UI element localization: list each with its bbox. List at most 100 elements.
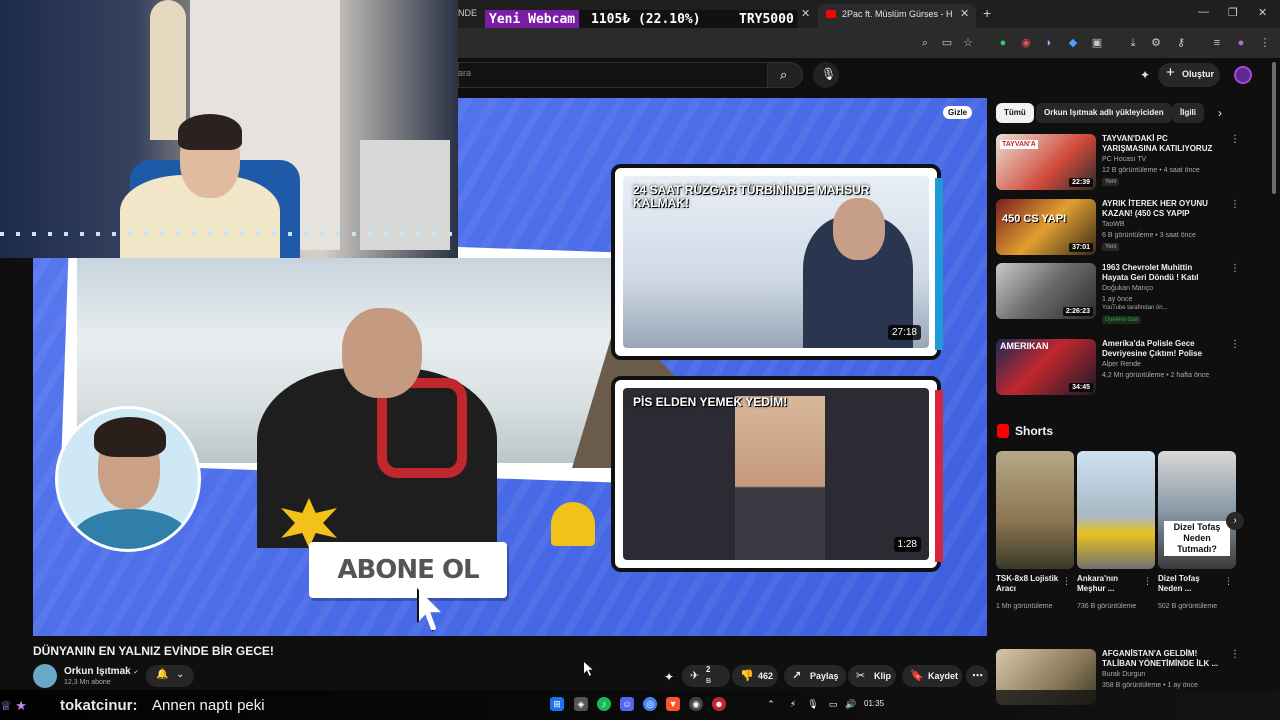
- ai-create-icon[interactable]: ✦: [1140, 68, 1150, 82]
- save-button[interactable]: 🔖 Kaydet: [902, 665, 962, 687]
- more-vert-icon[interactable]: ⋮: [1230, 134, 1240, 145]
- short-title[interactable]: Ankara'nın Meşhur ...: [1077, 574, 1141, 594]
- short-thumbnail[interactable]: Dizel Tofaş Neden Tutmadı?: [1158, 451, 1236, 569]
- brave-icon[interactable]: ▼: [666, 697, 680, 711]
- extension-icon[interactable]: ◉: [1019, 36, 1033, 50]
- chip-related[interactable]: İlgili: [1172, 103, 1204, 123]
- list-item[interactable]: 450 CS YAPI 37:01 AYRIK İTEREK HER OYUNU…: [996, 199, 1246, 259]
- extension-chat-icon[interactable]: ●: [996, 36, 1010, 50]
- bookmark-star-icon[interactable]: ☆: [961, 36, 975, 50]
- list-item[interactable]: TAYVAN'A 22:39 TAYVAN'DAKİ PC YARIŞMASIN…: [996, 134, 1246, 194]
- more-vert-icon[interactable]: ⋮: [1230, 199, 1240, 210]
- card-title: PİS ELDEN YEMEK YEDİM!: [633, 395, 788, 409]
- volume-icon[interactable]: 🔊: [844, 697, 858, 711]
- bell-icon: [551, 502, 595, 546]
- hide-endscreen-button[interactable]: Gizle: [943, 106, 973, 119]
- zoom-icon[interactable]: ⌕: [918, 36, 932, 50]
- short-title[interactable]: TSK-8x8 Lojistik Aracı: [996, 574, 1060, 594]
- share-icon: ↗: [792, 670, 802, 682]
- playlist-icon[interactable]: ≡: [1210, 36, 1224, 50]
- share-button[interactable]: ↗ Paylaş: [784, 665, 846, 687]
- taskbar-clock[interactable]: 01:35: [864, 699, 884, 708]
- spotify-icon[interactable]: ♪: [597, 697, 611, 711]
- short-thumbnail[interactable]: [996, 451, 1074, 569]
- minimize-icon[interactable]: —: [1198, 6, 1209, 18]
- chrome-icon[interactable]: ◎: [643, 697, 657, 711]
- short-views: 502 B görüntüleme: [1158, 603, 1218, 610]
- shorts-next-button[interactable]: ›: [1226, 512, 1244, 530]
- audio-extension-icon[interactable]: ◗: [1042, 36, 1056, 50]
- new-tab-button[interactable]: +: [983, 5, 991, 21]
- create-label: Oluştur: [1182, 69, 1215, 79]
- key-icon[interactable]: ⚷: [1174, 36, 1188, 50]
- card-duration: 1:28: [893, 537, 921, 552]
- more-vert-icon[interactable]: ⋮: [1230, 339, 1240, 350]
- voice-search-button[interactable]: 🎙: [813, 62, 839, 88]
- more-vert-icon[interactable]: ⋮: [1224, 576, 1233, 587]
- subscribe-graphic[interactable]: ABONE OL: [309, 542, 507, 598]
- stream-goal-alert: Yeni Webcam 1105₺ (22.10%) TRY5000: [485, 10, 797, 30]
- vpn-icon[interactable]: ⚙: [1149, 36, 1163, 50]
- chip-from-uploader[interactable]: Orkun Işıtmak adlı yükleyiciden: [1036, 103, 1172, 123]
- discord-icon[interactable]: ☺: [620, 697, 634, 711]
- scissors-icon: ✂: [856, 670, 866, 682]
- channel-avatar[interactable]: [33, 664, 57, 688]
- taskbar-app-icon[interactable]: ◈: [574, 697, 588, 711]
- short-title[interactable]: Dizel Tofaş Neden ...: [1158, 574, 1222, 594]
- endscreen-channel-avatar[interactable]: [55, 406, 201, 552]
- puzzle-extensions-icon[interactable]: ▣: [1090, 36, 1104, 50]
- short-thumbnail[interactable]: [1077, 451, 1155, 569]
- active-tab-close-icon[interactable]: ✕: [960, 7, 969, 20]
- webcam-doorway: [150, 0, 186, 140]
- rec-title: AYRIK İTEREK HER OYUNU KAZAN! (450 CS YA…: [1102, 199, 1208, 218]
- notification-bell-button[interactable]: 🔔 ⌄: [146, 665, 194, 687]
- tab-close-icon[interactable]: ✕: [801, 7, 810, 20]
- network-icon[interactable]: ▭: [826, 697, 840, 711]
- bookmark-icon: 🔖: [910, 670, 924, 682]
- cast-screen-icon[interactable]: ▭: [940, 36, 954, 50]
- red-app-icon[interactable]: ☻: [712, 697, 726, 711]
- video-title: DÜNYANIN EN YALNIZ EVİNDE BİR GECE!: [33, 644, 274, 658]
- maximize-icon[interactable]: ❐: [1228, 6, 1238, 19]
- more-vert-icon[interactable]: ⋮: [1230, 649, 1240, 660]
- channel-name[interactable]: Orkun Işıtmak ✔: [64, 666, 139, 677]
- obs-icon[interactable]: ◉: [689, 697, 703, 711]
- tab-title[interactable]: 2Pac ft. Müslüm Gürses - Hang: [842, 9, 952, 19]
- page-scrollbar[interactable]: [1272, 62, 1276, 194]
- list-item[interactable]: AMERIKAN 34:45 Amerika'da Polisle Gece D…: [996, 339, 1246, 399]
- browser-profile-icon[interactable]: ●: [1234, 36, 1248, 50]
- rec-duration: 2:26:23: [1062, 307, 1093, 316]
- microphone-tray-icon[interactable]: 🎙: [806, 697, 820, 711]
- windows-start-icon[interactable]: ⊞: [550, 697, 564, 711]
- thumbs-up-icon: ✈: [690, 670, 700, 682]
- like-button[interactable]: ✈ 2 B: [682, 665, 730, 687]
- endscreen-card-1[interactable]: 24 SAAT RÜZGAR TÜRBİNİNDE MAHSUR KALMAK!…: [611, 164, 943, 360]
- avatar[interactable]: [1234, 66, 1252, 84]
- alert-count: 1105₺ (22.10%): [591, 12, 701, 27]
- search-input[interactable]: [458, 62, 768, 88]
- more-vert-icon[interactable]: ⋮: [1062, 576, 1071, 587]
- rec-thumbnail: AMERIKAN 34:45: [996, 339, 1096, 395]
- channel-name-text: Orkun Işıtmak: [64, 666, 131, 677]
- more-vert-icon[interactable]: ⋮: [1230, 263, 1240, 274]
- chevron-right-icon[interactable]: ›: [1218, 106, 1222, 120]
- tab-fragment[interactable]: NDE: [458, 8, 477, 18]
- dislike-count: 462: [758, 671, 774, 681]
- download-icon[interactable]: ⤓: [1126, 36, 1140, 50]
- search-button[interactable]: ⌕: [767, 62, 803, 88]
- list-item[interactable]: 2:26:23 1963 Chevrolet Muhittin Hayata G…: [996, 263, 1246, 324]
- tray-chevron-icon[interactable]: ⌃: [764, 697, 778, 711]
- browser-menu-icon[interactable]: ⋮: [1258, 36, 1272, 50]
- rec-title: AFGANİSTAN'A GELDİM! TALİBAN YÖNETİMİNDE…: [1102, 649, 1219, 668]
- more-actions-button[interactable]: ⋯: [966, 665, 988, 687]
- dislike-button[interactable]: 👎 462: [732, 665, 778, 687]
- tray-app-icon[interactable]: ⚡: [786, 697, 800, 711]
- ask-ai-icon[interactable]: ✦: [664, 670, 674, 684]
- chip-all[interactable]: Tümü: [996, 103, 1034, 123]
- endscreen-card-2[interactable]: PİS ELDEN YEMEK YEDİM! 1:28: [611, 376, 943, 572]
- card-accent: [935, 178, 943, 350]
- more-vert-icon[interactable]: ⋮: [1143, 576, 1152, 587]
- window-close-icon[interactable]: ✕: [1258, 6, 1267, 19]
- clip-button[interactable]: ✂ Klip: [848, 665, 896, 687]
- extension-blue-icon[interactable]: ◆: [1066, 36, 1080, 50]
